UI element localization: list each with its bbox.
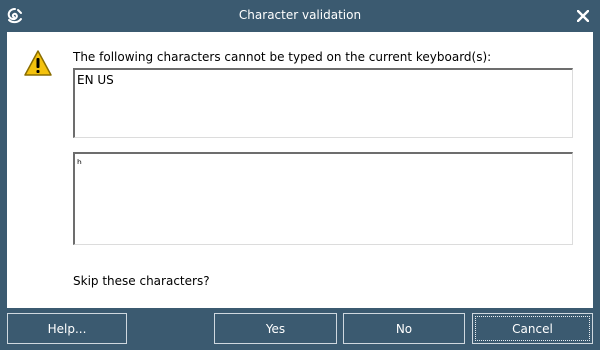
window-title: Character validation — [238, 8, 362, 22]
button-bar: Help... Yes No Cancel — [0, 308, 600, 350]
keyboards-textbox[interactable]: EN US — [73, 68, 573, 138]
dialog-window: Character validation The following chara… — [0, 0, 600, 350]
characters-textbox[interactable]: ʰ — [73, 152, 573, 245]
close-icon — [576, 7, 590, 26]
dialog-content: The following characters cannot be typed… — [7, 32, 593, 308]
yes-button[interactable]: Yes — [214, 313, 337, 344]
help-button[interactable]: Help... — [7, 313, 127, 344]
cancel-button[interactable]: Cancel — [472, 313, 593, 344]
close-button[interactable] — [572, 5, 594, 27]
title-bar[interactable]: Character validation — [0, 0, 600, 32]
skip-question: Skip these characters? — [73, 274, 210, 288]
no-button[interactable]: No — [343, 313, 465, 344]
validation-message: The following characters cannot be typed… — [73, 50, 492, 64]
warning-icon — [23, 49, 53, 77]
